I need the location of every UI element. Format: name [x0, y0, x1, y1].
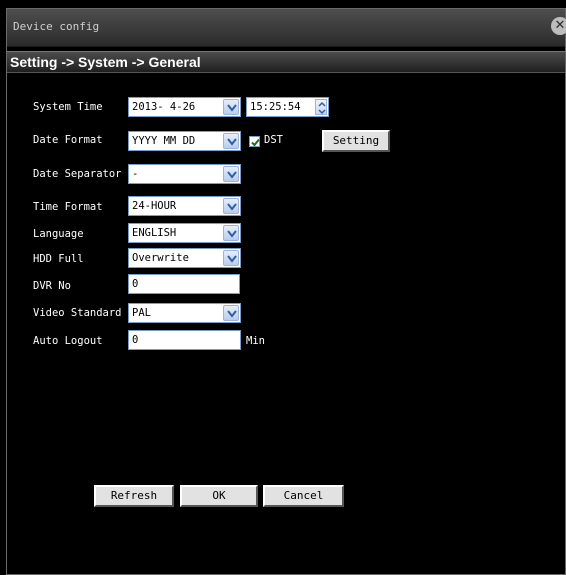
time-format-select[interactable]: 24-HOUR	[128, 196, 241, 216]
chevron-down-icon[interactable]	[223, 99, 239, 115]
time-value: 15:25:54	[250, 101, 301, 113]
date-format-label: Date Format	[33, 134, 103, 146]
auto-logout-unit: Min	[246, 335, 265, 347]
close-icon[interactable]: ✕	[551, 17, 566, 35]
auto-logout-value: 0	[132, 334, 139, 346]
date-value: 2013- 4-26	[132, 101, 196, 113]
checkmark-icon	[251, 138, 260, 147]
chevron-down-icon[interactable]	[223, 198, 239, 214]
device-config-window: Device config ✕ Setting -> System -> Gen…	[6, 8, 566, 575]
dst-checkbox[interactable]	[249, 136, 260, 147]
video-standard-label: Video Standard	[33, 307, 122, 319]
video-standard-value: PAL	[132, 307, 151, 319]
dvr-no-value: 0	[132, 278, 139, 290]
dvr-no-input[interactable]: 0	[128, 274, 240, 294]
chevron-down-icon[interactable]	[223, 305, 239, 321]
hdd-full-value: Overwrite	[132, 252, 189, 264]
dst-label: DST	[264, 134, 283, 146]
time-format-label: Time Format	[33, 201, 103, 213]
video-standard-select[interactable]: PAL	[128, 303, 241, 323]
date-separator-label: Date Separator	[33, 168, 122, 180]
ok-button[interactable]: OK	[179, 484, 259, 508]
chevron-down-icon[interactable]	[223, 250, 239, 266]
chevron-down-icon[interactable]	[223, 225, 239, 241]
setting-button[interactable]: Setting	[321, 129, 391, 153]
chevron-down-icon[interactable]	[223, 133, 239, 149]
refresh-button[interactable]: Refresh	[93, 484, 175, 508]
date-format-select[interactable]: YYYY MM DD	[128, 131, 241, 151]
time-spinner[interactable]: 15:25:54	[246, 97, 329, 117]
language-label: Language	[33, 228, 84, 240]
date-select[interactable]: 2013- 4-26	[128, 97, 241, 117]
hdd-full-select[interactable]: Overwrite	[128, 248, 241, 268]
breadcrumb: Setting -> System -> General	[10, 54, 201, 70]
date-format-value: YYYY MM DD	[132, 135, 196, 147]
breadcrumb-bar: Setting -> System -> General	[7, 51, 565, 73]
time-format-value: 24-HOUR	[132, 200, 177, 212]
language-value: ENGLISH	[132, 227, 177, 239]
auto-logout-label: Auto Logout	[33, 335, 103, 347]
window-title: Device config	[13, 20, 100, 33]
chevron-down-icon[interactable]	[223, 166, 239, 182]
spinner-icon[interactable]	[315, 99, 327, 115]
auto-logout-input[interactable]: 0	[128, 330, 241, 350]
language-select[interactable]: ENGLISH	[128, 223, 241, 243]
date-separator-select[interactable]: -	[128, 164, 241, 184]
system-time-label: System Time	[33, 101, 103, 113]
cancel-button[interactable]: Cancel	[262, 484, 345, 508]
dvr-no-label: DVR No	[33, 280, 71, 292]
hdd-full-label: HDD Full	[33, 253, 84, 265]
title-bar[interactable]: Device config ✕	[7, 9, 566, 47]
date-separator-value: -	[132, 168, 139, 180]
